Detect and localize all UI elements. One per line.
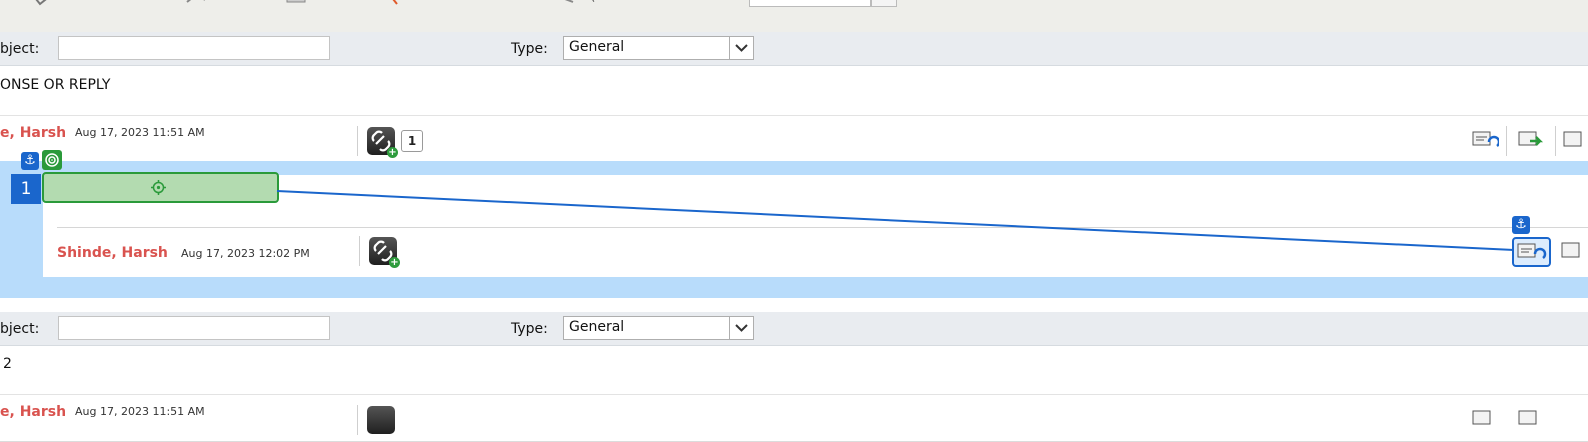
- author-name[interactable]: e, Harsh: [0, 404, 66, 420]
- reply-icon: [1517, 243, 1547, 259]
- reply-icon-highlighted[interactable]: [1512, 237, 1551, 267]
- subject-label: bject:: [0, 321, 40, 337]
- message-body: 2: [3, 356, 12, 372]
- subject-input[interactable]: [58, 316, 330, 340]
- divider: [359, 236, 360, 266]
- subject-row: bject: Type: General: [0, 312, 1588, 346]
- type-label: Type:: [511, 321, 548, 337]
- plus-icon: +: [389, 257, 400, 268]
- reply-date: Aug 17, 2023 12:02 PM: [181, 247, 310, 260]
- message-date: Aug 17, 2023 11:51 AM: [75, 405, 205, 418]
- divider: [357, 405, 358, 435]
- add-link-button[interactable]: +: [369, 237, 400, 268]
- chevron-down-icon[interactable]: [729, 317, 753, 339]
- reply-author-name[interactable]: Shinde, Harsh: [57, 245, 168, 261]
- type-select-value: General: [569, 319, 625, 335]
- reply-icon[interactable]: [1471, 408, 1499, 430]
- type-select[interactable]: General: [563, 316, 754, 340]
- forward-icon[interactable]: [1517, 408, 1545, 430]
- anchor-icon[interactable]: ⚓: [1512, 216, 1530, 234]
- add-link-button[interactable]: [367, 406, 395, 434]
- message-meta-row: e, Harsh Aug 17, 2023 11:51 AM: [0, 394, 1588, 442]
- more-icon[interactable]: [1560, 240, 1588, 262]
- connector-line: [276, 190, 1515, 251]
